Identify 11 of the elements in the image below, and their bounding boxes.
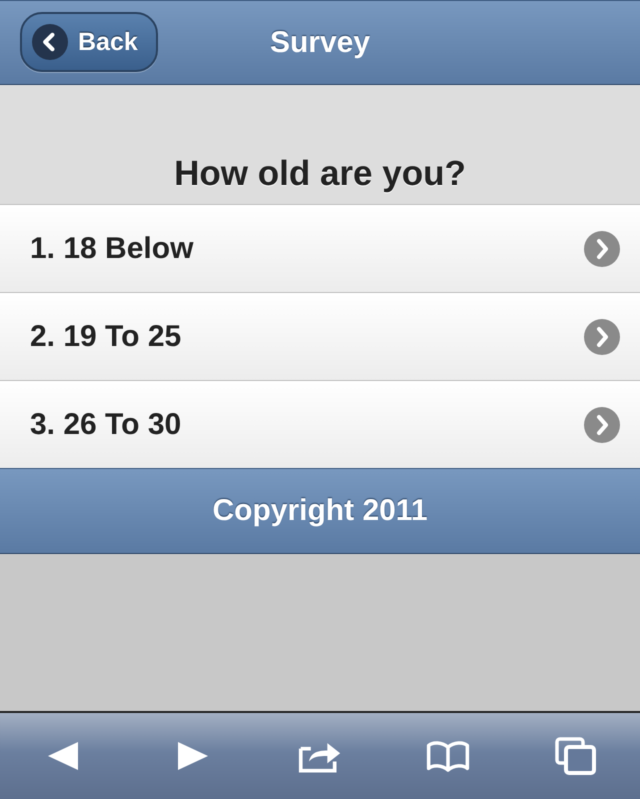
chevron-icon	[584, 230, 620, 266]
answer-option[interactable]: 2. 19 To 25	[0, 292, 640, 380]
back-button[interactable]: Back	[20, 12, 158, 72]
chevron-icon	[584, 318, 620, 354]
answer-option[interactable]: 1. 18 Below	[0, 204, 640, 292]
copyright-text: Copyright 2011	[212, 494, 428, 528]
tabs-icon[interactable]	[554, 736, 598, 776]
answer-option[interactable]: 3. 26 To 30	[0, 380, 640, 468]
chevron-icon	[584, 406, 620, 442]
question-heading: How old are you?	[174, 154, 466, 194]
page-title: Survey	[270, 26, 370, 60]
